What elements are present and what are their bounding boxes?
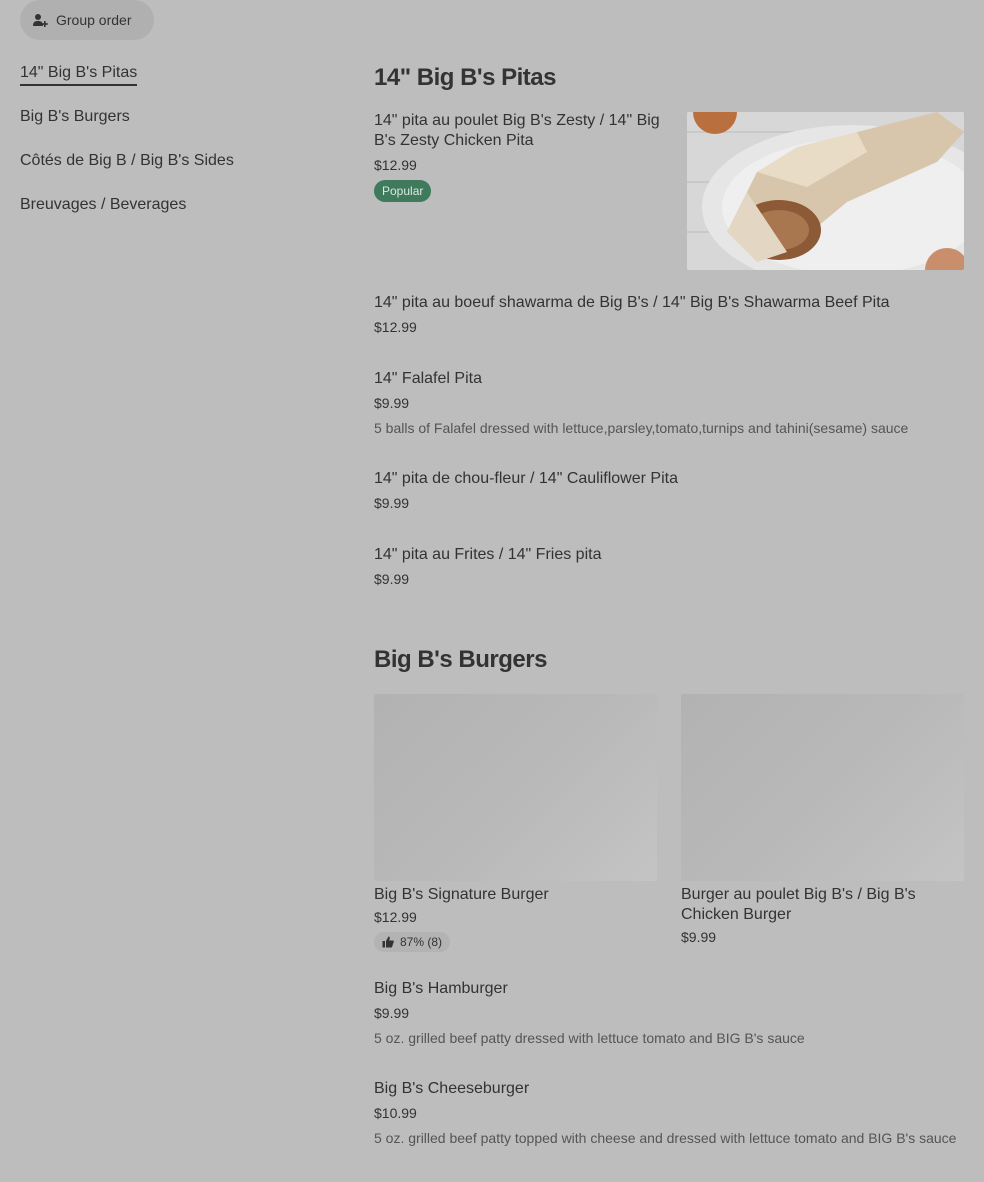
popular-badge: Popular	[374, 180, 432, 202]
item-price: $12.99	[374, 909, 417, 925]
menu-item[interactable]: 14" pita au poulet Big B's Zesty / 14" B…	[374, 111, 674, 202]
menu-item[interactable]: 14" Falafel Pita $9.99 5 balls of Falafe…	[374, 369, 964, 438]
group-order-label: Group order	[56, 12, 132, 28]
item-name: 14" pita au Frites / 14" Fries pita	[374, 546, 602, 563]
item-price: $9.99	[374, 571, 410, 587]
item-price: $9.99	[374, 495, 410, 511]
nav-item-label: Côtés de Big B / Big B's Sides	[20, 152, 234, 169]
nav-item-pitas[interactable]: 14" Big B's Pitas	[20, 62, 320, 106]
item-price: $9.99	[374, 1005, 410, 1021]
category-nav: 14" Big B's Pitas Big B's Burgers Côtés …	[20, 62, 320, 238]
item-description: 5 oz. grilled beef patty topped with che…	[374, 1130, 957, 1146]
item-price: $9.99	[374, 395, 410, 411]
item-description: 5 oz. grilled beef patty dressed with le…	[374, 1030, 805, 1046]
rating-badge: 87% (8)	[374, 932, 451, 952]
nav-item-label: 14" Big B's Pitas	[20, 62, 138, 86]
item-photo-placeholder	[374, 694, 657, 881]
section-title-pitas: 14" Big B's Pitas	[374, 64, 557, 91]
menu-item-card[interactable]: Burger au poulet Big B's / Big B's Chick…	[681, 694, 964, 946]
item-photo-placeholder	[681, 694, 964, 881]
group-order-button[interactable]: Group order	[20, 0, 154, 40]
add-person-icon	[33, 14, 48, 27]
nav-item-beverages[interactable]: Breuvages / Beverages	[20, 194, 320, 238]
item-price: $12.99	[374, 157, 417, 173]
item-name: 14" Falafel Pita	[374, 370, 482, 387]
menu-item[interactable]: 14" pita de chou-fleur / 14" Cauliflower…	[374, 469, 964, 512]
thumbs-up-icon	[382, 936, 394, 948]
item-price: $9.99	[681, 929, 717, 945]
pita-wrap-image	[687, 112, 964, 270]
nav-item-sides[interactable]: Côtés de Big B / Big B's Sides	[20, 150, 320, 194]
menu-item[interactable]: 14" pita au boeuf shawarma de Big B's / …	[374, 293, 964, 336]
menu-item[interactable]: 14" pita au Frites / 14" Fries pita $9.9…	[374, 545, 964, 588]
nav-item-label: Big B's Burgers	[20, 108, 130, 125]
nav-item-label: Breuvages / Beverages	[20, 196, 187, 213]
nav-item-burgers[interactable]: Big B's Burgers	[20, 106, 320, 150]
item-name: 14" pita au poulet Big B's Zesty / 14" B…	[374, 112, 660, 149]
item-name: Burger au poulet Big B's / Big B's Chick…	[681, 886, 916, 923]
section-title-burgers: Big B's Burgers	[374, 646, 547, 673]
item-photo[interactable]	[687, 112, 964, 270]
item-name: 14" pita au boeuf shawarma de Big B's / …	[374, 294, 890, 311]
menu-item[interactable]: Big B's Hamburger $9.99 5 oz. grilled be…	[374, 979, 964, 1048]
item-name: 14" pita de chou-fleur / 14" Cauliflower…	[374, 470, 678, 487]
rating-text: 87% (8)	[400, 935, 443, 949]
menu-item[interactable]: Big B's Cheeseburger $10.99 5 oz. grille…	[374, 1079, 964, 1148]
item-price: $10.99	[374, 1105, 417, 1121]
item-description: 5 balls of Falafel dressed with lettuce,…	[374, 420, 909, 436]
item-name: Big B's Signature Burger	[374, 886, 549, 903]
item-name: Big B's Hamburger	[374, 980, 508, 997]
menu-item-card[interactable]: Big B's Signature Burger $12.99 87% (8)	[374, 694, 657, 953]
item-name: Big B's Cheeseburger	[374, 1080, 530, 1097]
item-price: $12.99	[374, 319, 417, 335]
